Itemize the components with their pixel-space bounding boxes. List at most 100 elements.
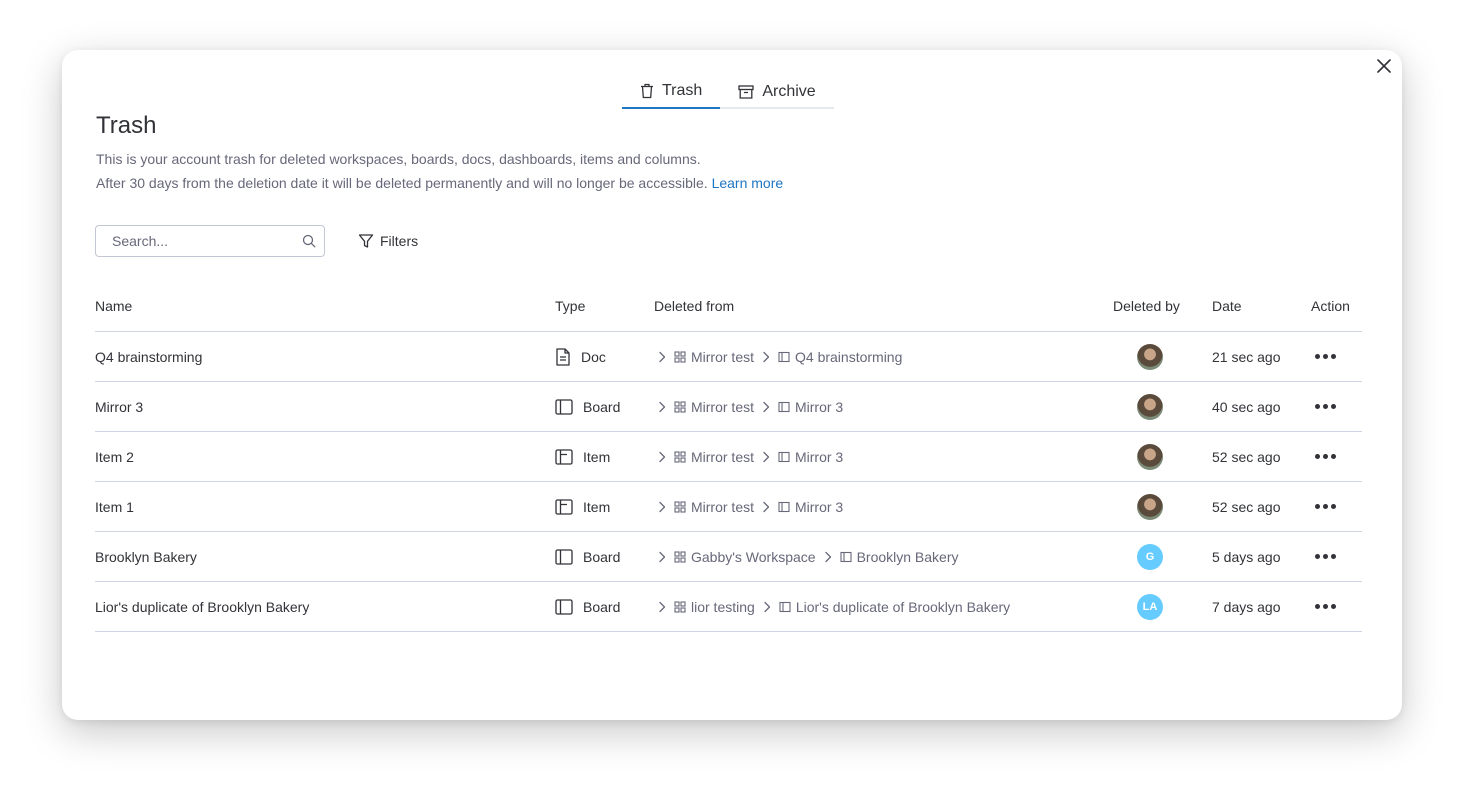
close-button[interactable] — [1372, 54, 1396, 78]
chevron-right-icon — [658, 501, 666, 513]
item-icon — [555, 498, 573, 515]
row-deleted-by — [1137, 432, 1163, 481]
breadcrumb-workspace[interactable]: lior testing — [674, 599, 755, 615]
board-small-icon — [840, 551, 852, 563]
chevron-right-icon — [762, 351, 770, 363]
row-date: 21 sec ago — [1212, 348, 1281, 365]
breadcrumb-board[interactable]: Mirror 3 — [778, 399, 843, 415]
table-row[interactable]: Lior's duplicate of Brooklyn Bakery Boar… — [95, 582, 1362, 632]
board-name: Brooklyn Bakery — [856, 548, 959, 565]
breadcrumb-workspace[interactable]: Gabby's Workspace — [674, 549, 816, 565]
row-action — [1311, 482, 1340, 531]
column-header-name: Name — [95, 298, 133, 314]
more-options-icon[interactable] — [1311, 398, 1340, 415]
table-row[interactable]: Brooklyn Bakery Board Gabby's Workspace … — [95, 532, 1362, 582]
workspace-icon — [674, 500, 686, 513]
row-action — [1311, 582, 1340, 631]
breadcrumb-board[interactable]: Brooklyn Bakery — [840, 549, 959, 565]
workspace-name: Mirror test — [691, 348, 754, 365]
workspace-icon — [674, 450, 686, 463]
table-row[interactable]: Item 2 Item Mirror test Mirror 3 52 sec … — [95, 432, 1362, 482]
filters-button[interactable]: Filters — [358, 230, 418, 252]
row-name: Item 1 — [95, 498, 134, 515]
row-date: 52 sec ago — [1212, 448, 1281, 465]
row-type: Item — [555, 482, 610, 531]
breadcrumb-workspace[interactable]: Mirror test — [674, 499, 754, 515]
row-date: 5 days ago — [1212, 548, 1281, 565]
row-name: Item 2 — [95, 448, 134, 465]
tab-trash-label: Trash — [662, 81, 703, 99]
column-header-date: Date — [1212, 298, 1242, 314]
chevron-right-icon — [762, 501, 770, 513]
more-options-icon[interactable] — [1311, 448, 1340, 465]
workspace-name: Mirror test — [691, 498, 754, 515]
chevron-right-icon — [824, 551, 832, 563]
row-type: Board — [555, 382, 620, 431]
chevron-right-icon — [763, 601, 771, 613]
row-type: Doc — [555, 332, 606, 381]
breadcrumb-board[interactable]: Q4 brainstorming — [778, 349, 902, 365]
tab-bar: Trash Archive — [622, 74, 834, 109]
more-options-icon[interactable] — [1311, 548, 1340, 565]
row-name: Q4 brainstorming — [95, 348, 203, 365]
breadcrumb-workspace[interactable]: Mirror test — [674, 399, 754, 415]
board-icon — [555, 398, 573, 415]
avatar-initials: LA — [1142, 600, 1158, 613]
workspace-icon — [674, 400, 686, 413]
row-date: 7 days ago — [1212, 598, 1281, 615]
table-row[interactable]: Mirror 3 Board Mirror test Mirror 3 40 s… — [95, 382, 1362, 432]
row-date: 40 sec ago — [1212, 398, 1281, 415]
user-avatar: G — [1137, 543, 1163, 570]
row-name: Lior's duplicate of Brooklyn Bakery — [95, 598, 310, 615]
filters-label: Filters — [380, 233, 419, 249]
breadcrumb-workspace[interactable]: Mirror test — [674, 449, 754, 465]
filter-icon — [358, 234, 374, 248]
workspace-name: lior testing — [691, 598, 755, 615]
column-header-deleted-by: Deleted by — [1113, 298, 1180, 314]
trash-modal: Trash Archive Trash This is your account… — [62, 50, 1402, 720]
workspace-name: Mirror test — [691, 448, 754, 465]
learn-more-link[interactable]: Learn more — [712, 175, 784, 191]
search-input[interactable] — [112, 233, 302, 249]
row-deleted-from: Gabby's Workspace Brooklyn Bakery — [654, 532, 959, 581]
breadcrumb-board[interactable]: Lior's duplicate of Brooklyn Bakery — [779, 599, 1010, 615]
chevron-right-icon — [658, 551, 666, 563]
breadcrumb-board[interactable]: Mirror 3 — [778, 499, 843, 515]
breadcrumb-board[interactable]: Mirror 3 — [778, 449, 843, 465]
avatar-initials: G — [1145, 550, 1155, 563]
more-options-icon[interactable] — [1311, 498, 1340, 515]
description-line-2-text: After 30 days from the deletion date it … — [96, 175, 708, 191]
user-avatar — [1137, 493, 1163, 520]
trash-table: Name Type Deleted from Deleted by Date A… — [95, 281, 1362, 632]
breadcrumb-workspace[interactable]: Mirror test — [674, 349, 754, 365]
row-deleted-from: Mirror test Q4 brainstorming — [654, 332, 902, 381]
board-small-icon — [778, 451, 790, 463]
workspace-icon — [674, 550, 686, 563]
board-name: Q4 brainstorming — [795, 348, 903, 365]
more-options-icon[interactable] — [1311, 598, 1340, 615]
row-type: Board — [555, 532, 620, 581]
tab-archive[interactable]: Archive — [720, 74, 833, 109]
chevron-right-icon — [658, 401, 666, 413]
trash-icon — [641, 83, 653, 98]
page-description: This is your account trash for deleted w… — [96, 147, 783, 195]
row-action — [1311, 332, 1340, 381]
table-row[interactable]: Q4 brainstorming Doc Mirror test Q4 brai… — [95, 332, 1362, 382]
board-name: Mirror 3 — [795, 398, 844, 415]
row-deleted-from: Mirror test Mirror 3 — [654, 482, 843, 531]
row-action — [1311, 382, 1340, 431]
board-small-icon — [778, 401, 790, 413]
row-type-label: Item — [583, 448, 611, 465]
search-icon — [302, 234, 316, 248]
row-deleted-by — [1137, 482, 1163, 531]
board-name: Lior's duplicate of Brooklyn Bakery — [795, 598, 1011, 615]
more-options-icon[interactable] — [1311, 348, 1340, 365]
tab-trash[interactable]: Trash — [622, 74, 721, 109]
user-avatar — [1137, 443, 1163, 470]
board-small-icon — [778, 501, 790, 513]
chevron-right-icon — [658, 351, 666, 363]
row-type-label: Doc — [581, 348, 606, 365]
chevron-right-icon — [658, 451, 666, 463]
table-body: Q4 brainstorming Doc Mirror test Q4 brai… — [95, 332, 1362, 632]
table-row[interactable]: Item 1 Item Mirror test Mirror 3 52 sec … — [95, 482, 1362, 532]
